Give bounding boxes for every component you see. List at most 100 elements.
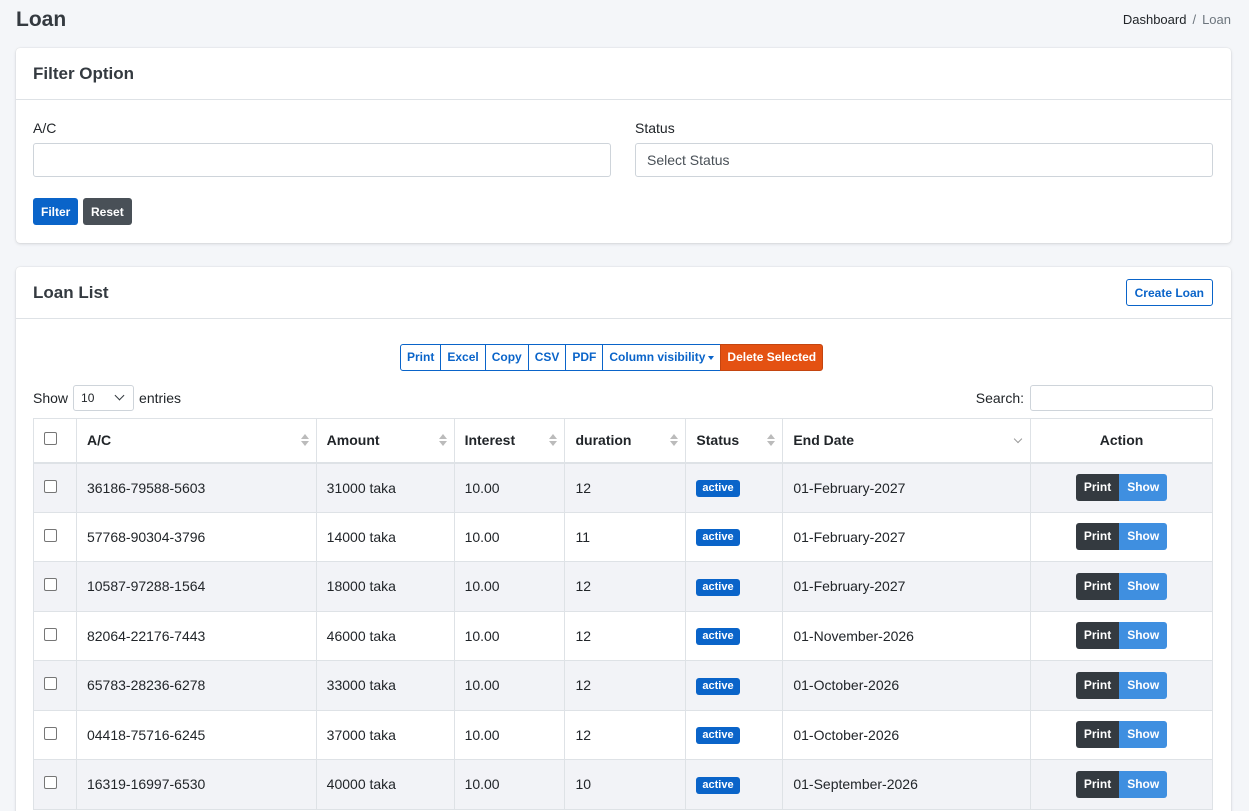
row-show-button[interactable]: Show (1119, 474, 1168, 501)
cell-action: Print Show (1030, 610, 1213, 661)
row-checkbox[interactable] (44, 677, 57, 691)
table-row: 10587-97288-1564 18000 taka 10.00 12 active 0… (33, 561, 1213, 612)
table-search: Search: (976, 385, 1213, 411)
table-row: 04418-75716-6245 37000 taka 10.00 12 active 0… (33, 709, 1213, 760)
row-show-button[interactable]: Show (1119, 770, 1168, 798)
row-select-cell (33, 511, 77, 562)
cell-end-date: 01-February-2027 (782, 462, 1032, 513)
breadcrumb: Dashboard / Loan (1123, 12, 1231, 27)
pdf-export-button[interactable]: PDF (565, 344, 604, 371)
status-form-group: Status Select Status (635, 120, 1213, 177)
entries-length-control: Show 10 entries (33, 385, 181, 411)
row-checkbox[interactable] (44, 528, 57, 542)
column-header-interest[interactable]: Interest (453, 418, 566, 464)
row-show-button[interactable]: Show (1119, 572, 1168, 600)
excel-export-button[interactable]: Excel (440, 344, 486, 371)
filter-card-title: Filter Option (33, 64, 135, 83)
cell-duration: 12 (564, 462, 687, 513)
cell-interest: 10.00 (453, 462, 566, 513)
row-print-button[interactable]: Print (1075, 721, 1120, 749)
status-badge: active (696, 776, 740, 794)
create-loan-button[interactable]: Create Loan (1125, 279, 1213, 306)
column-header-end-date[interactable]: End Date (782, 418, 1032, 464)
column-header-amount[interactable]: Amount (315, 418, 455, 464)
cell-amount: 18000 taka (315, 561, 455, 612)
cell-amount: 37000 taka (315, 709, 455, 760)
row-show-button[interactable]: Show (1119, 721, 1168, 749)
select-all-checkbox[interactable] (44, 432, 57, 446)
ac-input[interactable] (33, 143, 611, 177)
row-checkbox[interactable] (44, 776, 57, 790)
column-header-status[interactable]: Status (685, 418, 784, 464)
cell-ac: 16319-16997-6530 (75, 759, 317, 810)
cell-duration: 12 (564, 660, 687, 711)
row-show-button[interactable]: Show (1119, 671, 1168, 699)
cell-action: Print Show (1030, 709, 1213, 760)
row-print-button[interactable]: Print (1075, 474, 1120, 501)
cell-interest: 10.00 (453, 709, 566, 760)
cell-duration: 10 (564, 759, 687, 810)
row-checkbox[interactable] (44, 479, 57, 493)
status-label: Status (635, 120, 675, 136)
row-print-button[interactable]: Print (1075, 671, 1120, 699)
cell-status: active (685, 709, 784, 760)
row-print-button[interactable]: Print (1075, 572, 1120, 600)
search-input[interactable] (1030, 385, 1213, 411)
filter-card-header: Filter Option (16, 48, 1231, 100)
page-header: Loan Dashboard / Loan (16, 8, 1231, 36)
row-print-button[interactable]: Print (1075, 622, 1120, 650)
export-button-group: Print Excel Copy CSV PDF Column visibili… (400, 344, 824, 371)
cell-status: active (685, 561, 784, 612)
status-badge: active (696, 578, 740, 596)
column-header-ac[interactable]: A/C (75, 418, 317, 464)
row-checkbox[interactable] (44, 627, 57, 641)
delete-selected-button[interactable]: Delete Selected (720, 344, 824, 371)
cell-status: active (685, 462, 784, 513)
table-row: 36186-79588-5603 31000 taka 10.00 12 active 0… (33, 462, 1213, 513)
entries-label: entries (139, 390, 182, 406)
cell-amount: 46000 taka (315, 610, 455, 661)
column-header-interest-label: Interest (464, 432, 516, 449)
column-visibility-label: Column visibility (609, 350, 706, 364)
row-action-group: Print Show (1075, 671, 1168, 699)
cell-interest: 10.00 (453, 561, 566, 612)
filter-card: Filter Option A/C Status Select Status F… (16, 48, 1231, 243)
row-print-button[interactable]: Print (1075, 770, 1120, 798)
loan-list-card: Loan List Create Loan Print Excel Copy C… (16, 267, 1231, 811)
sort-icon (300, 434, 309, 446)
breadcrumb-current: Loan (1202, 12, 1231, 27)
status-badge: active (696, 677, 740, 695)
select-all-header (33, 418, 77, 464)
breadcrumb-dashboard-link[interactable]: Dashboard (1123, 12, 1187, 27)
page-title: Loan (16, 8, 67, 31)
entries-select[interactable]: 10 (73, 385, 135, 411)
sort-icon (670, 434, 679, 446)
row-checkbox[interactable] (44, 726, 57, 740)
filter-button[interactable]: Filter (33, 198, 79, 225)
ac-form-group: A/C (33, 120, 611, 177)
cell-action: Print Show (1030, 759, 1213, 810)
row-select-cell (33, 561, 77, 612)
cell-status: active (685, 759, 784, 810)
search-label: Search: (975, 390, 1024, 406)
cell-status: active (685, 610, 784, 661)
ac-label: A/C (33, 120, 57, 136)
csv-export-button[interactable]: CSV (527, 344, 567, 371)
row-show-button[interactable]: Show (1119, 523, 1168, 551)
cell-status: active (685, 511, 784, 562)
copy-export-button[interactable]: Copy (484, 344, 529, 371)
sort-descending-icon (1013, 434, 1023, 444)
row-checkbox[interactable] (44, 578, 57, 592)
print-export-button[interactable]: Print (400, 344, 442, 371)
row-print-button[interactable]: Print (1075, 523, 1120, 551)
loan-table-body: 36186-79588-5603 31000 taka 10.00 12 active 0… (33, 462, 1213, 810)
cell-end-date: 01-February-2027 (782, 511, 1032, 562)
column-visibility-button[interactable]: Column visibility (602, 344, 722, 371)
status-select[interactable]: Select Status (635, 143, 1213, 177)
row-show-button[interactable]: Show (1119, 622, 1168, 650)
row-action-group: Print Show (1075, 622, 1168, 650)
row-action-group: Print Show (1075, 721, 1168, 749)
row-select-cell (33, 610, 77, 661)
reset-button[interactable]: Reset (83, 198, 132, 225)
column-header-duration[interactable]: duration (564, 418, 687, 464)
